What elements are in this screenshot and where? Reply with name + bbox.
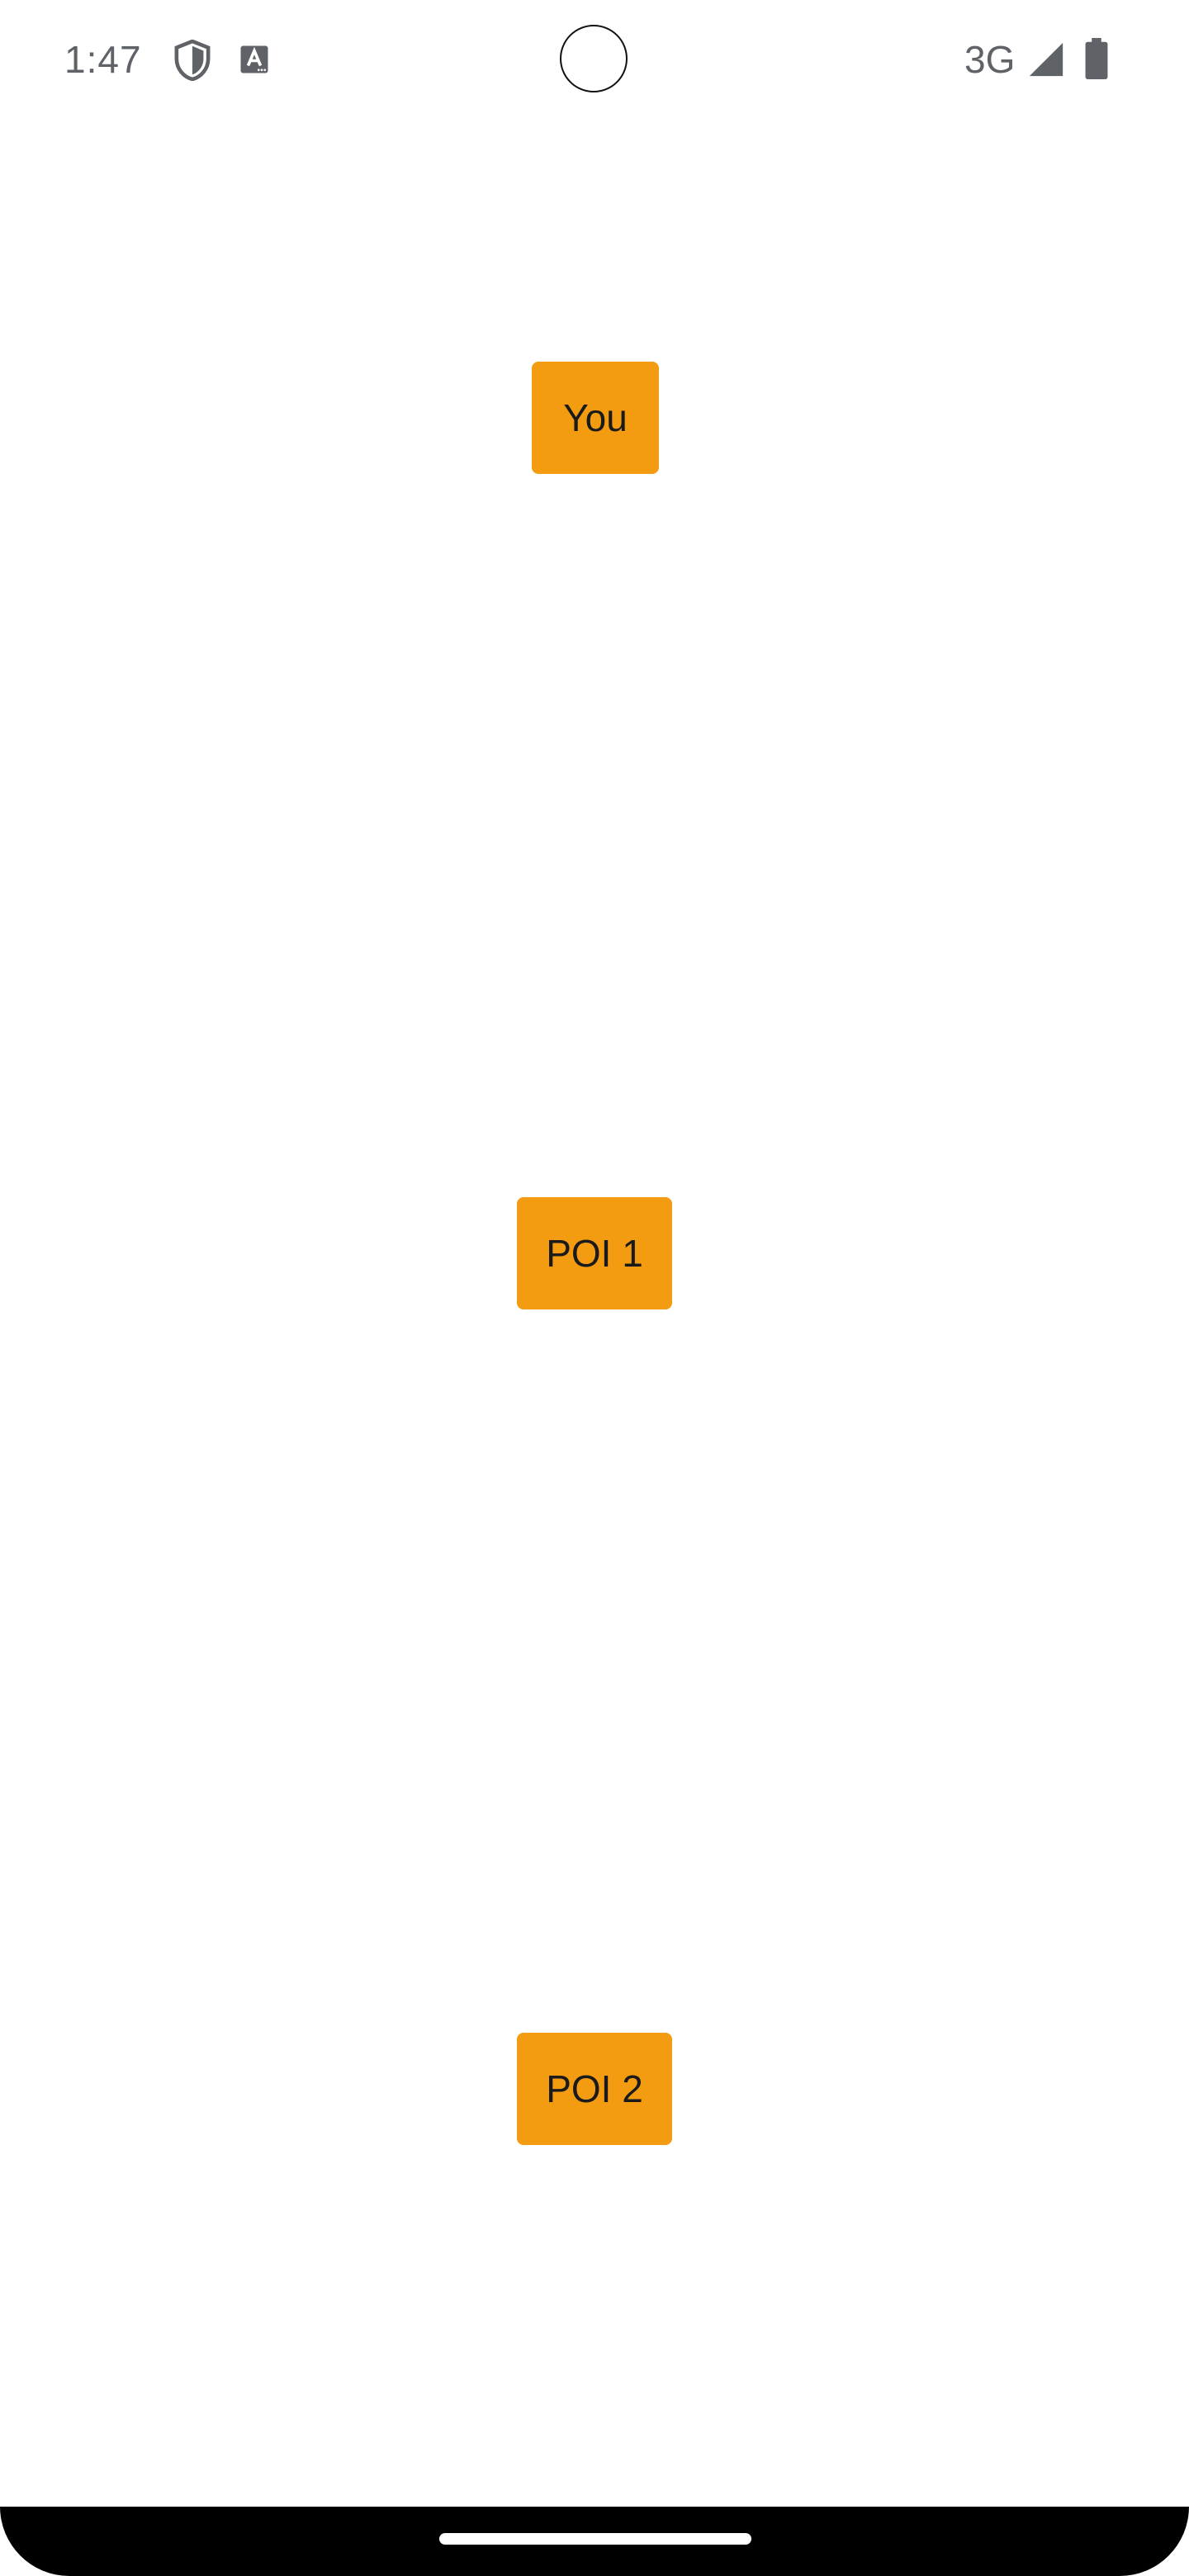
network-type: 3G [964,38,1016,81]
marker-you[interactable]: You [532,362,659,474]
marker-poi-2[interactable]: POI 2 [517,2033,672,2145]
text-a-icon [240,45,268,73]
home-gesture-handle[interactable] [439,2533,751,2545]
app-screen: 1:47 3G You POI 1 POI 2 [0,0,1189,2576]
camera-cutout [560,25,628,92]
signal-icon [1029,42,1063,77]
marker-poi-1[interactable]: POI 1 [517,1197,672,1309]
shield-icon [174,40,211,81]
status-bar: 1:47 3G [0,0,1189,119]
status-time: 1:47 [64,38,142,81]
battery-icon [1085,38,1108,79]
